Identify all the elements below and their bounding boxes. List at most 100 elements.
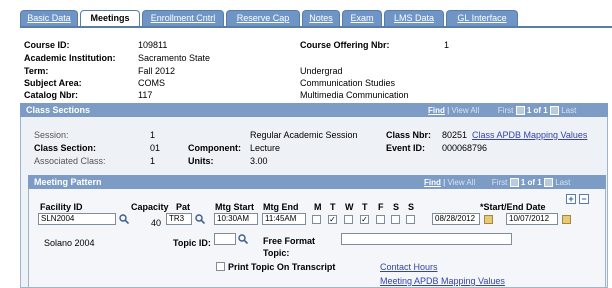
meeting-apdb-mapping-link[interactable]: Meeting APDB Mapping Values [380,276,505,286]
day-header-w: W [345,202,354,212]
day-checkbox-f[interactable] [376,215,385,224]
class-sections-title: Class Sections [26,105,91,115]
session-description: Regular Academic Session [250,130,358,140]
meeting-pattern-view-all[interactable]: View All [447,178,475,187]
tab-basic-data[interactable]: Basic Data [20,10,78,26]
units-label: Units: [188,156,214,166]
day-checkbox-m[interactable] [312,215,321,224]
tab-reserve-cap[interactable]: Reserve Cap [226,10,300,26]
mtg-start-input[interactable]: 10:30AM [214,213,258,225]
next-arrow-icon[interactable] [543,178,553,188]
catalog-nbr-value: 117 [138,90,153,100]
subject-area-label: Subject Area: [24,78,82,88]
class-section-label: Class Section: [34,143,97,153]
day-checkbox-t[interactable]: ✓ [328,215,337,224]
tab-enrollment-cntrl[interactable]: Enrollment Cntrl [142,10,224,26]
day-checkbox-t2[interactable]: ✓ [360,215,369,224]
tab-meetings[interactable]: Meetings [80,10,140,27]
facility-id-input[interactable]: SLN2004 [38,213,116,225]
day-checkbox-s[interactable] [391,215,400,224]
subject-area-value: COMS [138,78,165,88]
pattern-header: Pat [176,202,191,212]
course-offering-label: Course Offering Nbr: [300,40,390,50]
academic-institution-label: Academic Institution: [24,53,116,63]
day-header-m: M [314,202,322,212]
mtg-end-input[interactable]: 11:45AM [262,213,306,225]
class-section-value: 01 [150,143,161,153]
start-date-input[interactable]: 08/28/2012 [432,213,480,225]
meeting-pattern-title: Meeting Pattern [34,177,102,187]
topic-lookup-icon[interactable] [238,234,248,244]
topic-id-label: Topic ID: [173,238,211,248]
class-sections-first: First [497,106,514,115]
session-value: 1 [150,130,156,140]
mtg-start-header: Mtg Start [215,202,254,212]
nav-separator: | [447,106,450,115]
facility-id-header: Facility ID [40,202,83,212]
tab-divider [20,26,612,28]
facility-description: Solano 2004 [44,238,95,248]
next-arrow-icon[interactable] [549,106,559,116]
capacity-value: 40 [151,218,162,228]
class-sections-find-link[interactable]: Find [428,106,445,115]
class-sections-nav: Find | View All First 1 of 1 Last [428,104,576,118]
pattern-lookup-icon[interactable] [195,214,205,224]
tab-exam[interactable]: Exam [342,10,382,26]
end-date-calendar-icon[interactable] [562,215,571,224]
day-header-s: S [393,202,400,212]
day-header-s2: S [408,202,415,212]
catalog-nbr-label: Catalog Nbr: [24,90,78,100]
term-value: Fall 2012 [138,66,176,76]
class-sections-view-all[interactable]: View All [451,106,479,115]
associated-class-label: Associated Class: [34,156,106,166]
units-value: 3.00 [250,156,268,166]
pattern-input[interactable]: TR3 [166,213,192,225]
class-nbr-label: Class Nbr: [386,130,432,140]
day-header-t: T [330,202,336,212]
end-date-input[interactable]: 10/07/2012 [506,213,558,225]
meeting-pattern-last: Last [555,178,571,187]
free-format-topic-label-2: Topic: [263,248,290,258]
meeting-pattern-first: First [491,178,508,187]
start-date-calendar-icon[interactable] [484,215,493,224]
add-row-icon[interactable]: + [566,194,576,204]
event-id-value: 000068796 [442,143,488,153]
print-topic-checkbox[interactable] [216,262,225,271]
meeting-pattern-find-link[interactable]: Find [424,178,441,187]
facility-lookup-icon[interactable] [119,214,129,224]
component-label: Component: [188,143,241,153]
class-apdb-mapping-link[interactable]: Class APDB Mapping Values [472,130,587,140]
class-nbr-value: 80251 [442,130,468,140]
day-checkbox-s2[interactable] [406,215,415,224]
contact-hours-link[interactable]: Contact Hours [380,262,438,272]
prev-arrow-icon[interactable] [509,178,519,188]
term-label: Term: [24,66,49,76]
course-offering-value: 1 [444,40,450,50]
tab-notes[interactable]: Notes [302,10,340,26]
meeting-pattern-nav: Find | View All First 1 of 1 Last [424,176,570,190]
topic-id-input[interactable] [214,233,236,245]
event-id-label: Event ID: [386,143,426,153]
capacity-header: Capacity [131,202,169,212]
component-value: Lecture [250,143,281,153]
course-id-label: Course ID: [24,40,70,50]
subject-area-description: Communication Studies [300,78,396,88]
tab-lms-data[interactable]: LMS Data [384,10,444,26]
meeting-pattern-counter: 1 of 1 [520,178,542,187]
class-sections-counter: 1 of 1 [526,106,548,115]
class-sections-last: Last [561,106,577,115]
tab-gl-interface[interactable]: GL Interface [446,10,518,26]
session-label: Session: [34,130,69,140]
academic-institution-value: Sacramento State [138,53,211,63]
nav-separator: | [443,178,446,187]
free-format-topic-input[interactable] [341,233,512,245]
prev-arrow-icon[interactable] [515,106,525,116]
course-id-value: 109811 [138,40,168,50]
start-end-date-header: *Start/End Date [480,202,546,212]
delete-row-icon[interactable]: − [579,194,589,204]
day-checkbox-w[interactable] [344,215,353,224]
career-value: Undergrad [300,66,343,76]
day-header-f: F [378,202,384,212]
day-header-t2: T [362,202,368,212]
print-topic-label: Print Topic On Transcript [228,262,336,272]
